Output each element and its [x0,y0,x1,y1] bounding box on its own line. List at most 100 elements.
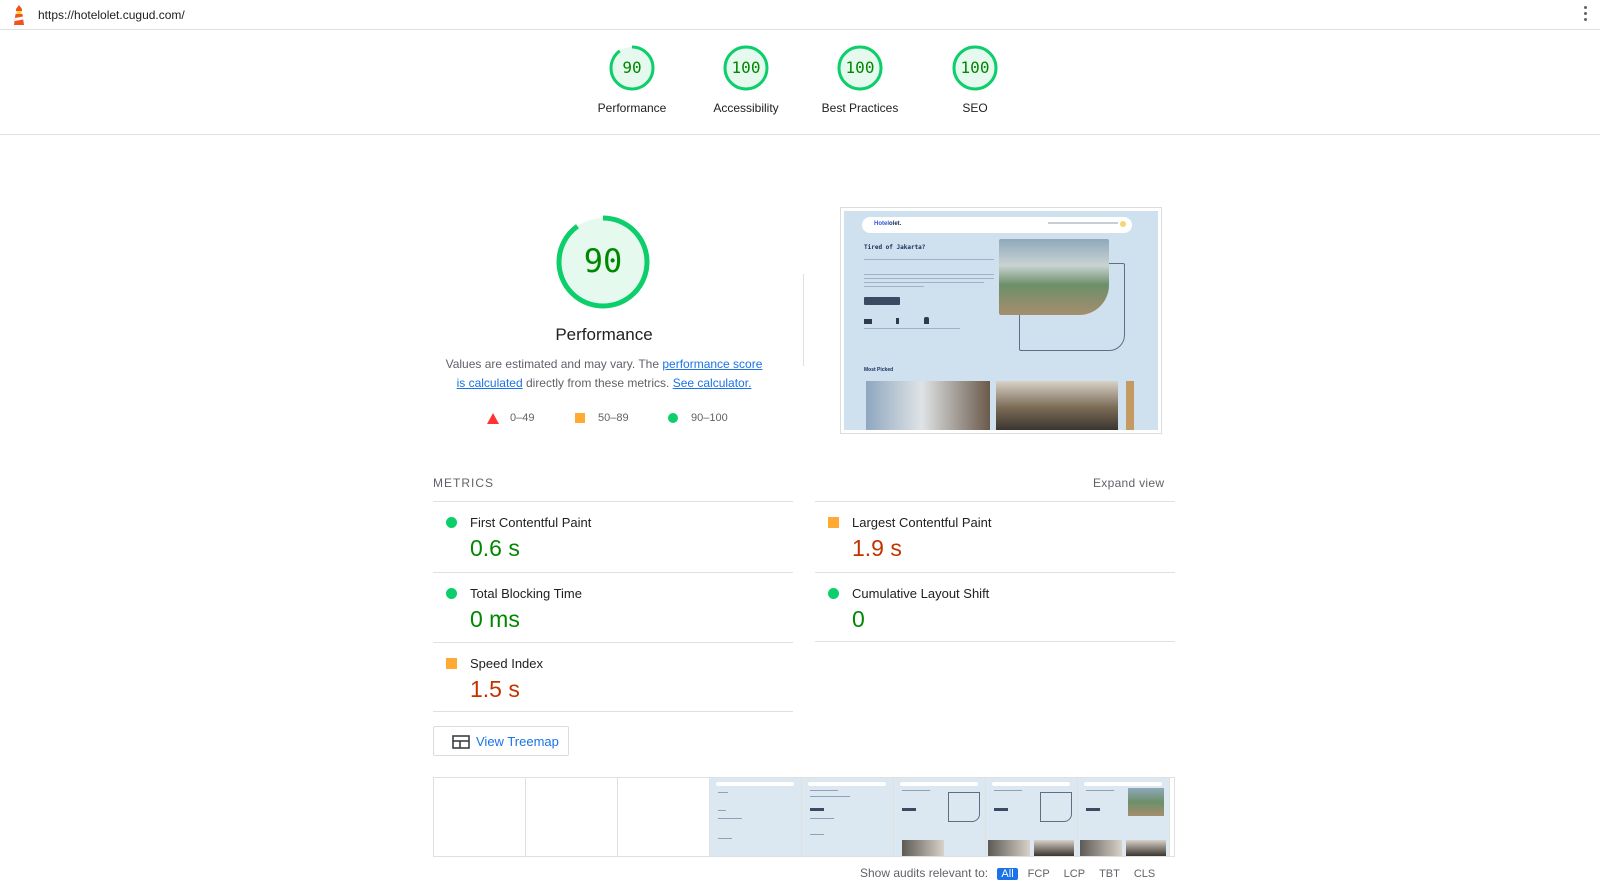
legend-pass-range: 90–100 [691,412,728,424]
filter-chip-fcp[interactable]: FCP [1024,868,1054,880]
screenshot-text-line [864,278,994,279]
average-square-icon [446,658,457,669]
gauge-best-practices[interactable]: 100 Best Practices [800,44,920,115]
screenshot-text-line [864,282,984,283]
screenshot-section-title: Most Picked [864,367,894,373]
frame-outline [948,792,980,822]
gauge-ring: 100 [951,44,999,92]
metric-name: Total Blocking Time [470,586,582,601]
gauge-score: 100 [960,58,990,77]
filter-chip-all[interactable]: All [997,868,1018,880]
pass-circle-icon [446,517,457,528]
metric-name: Largest Contentful Paint [852,515,992,530]
screenshot-room-icon [896,318,899,324]
metric-largest-contentful-paint: Largest Contentful Paint 1.9 s [815,501,1175,571]
frame-line [810,818,834,819]
filmstrip-frame [434,778,526,856]
screenshot-button [864,297,900,305]
frame-line [810,790,838,791]
metric-value: 0 ms [470,606,520,632]
screenshot-text-line [864,286,924,287]
gauge-ring: 100 [836,44,884,92]
screenshot-nav-links [1048,222,1118,224]
screenshot-text-line [864,328,960,329]
performance-description: Values are estimated and may vary. The p… [444,355,764,393]
gauge-label: Best Practices [821,101,899,115]
gauge-ring: 90 [608,44,656,92]
final-screenshot[interactable]: Hotelolet. Tired of Jakarta? Most Picked [840,207,1162,434]
frame-line [718,818,742,819]
metric-first-contentful-paint: First Contentful Paint 0.6 s [433,501,793,571]
filmstrip-frame [986,778,1078,856]
gauge-label: Performance [597,101,667,115]
frame-photo [902,840,944,856]
report-url: https://hotelolet.cugud.com/ [38,8,185,22]
metrics-bottom-divider [433,711,793,712]
gauge-performance[interactable]: 90 Performance [572,44,692,115]
screenshot-room-photo [996,381,1118,430]
fail-triangle-icon [487,413,499,424]
see-calculator-link[interactable]: See calculator. [673,376,752,390]
screenshot-heading: Tired of Jakarta? [864,244,926,251]
frame-line [902,790,930,791]
legend-average-range: 50–89 [598,412,629,424]
filter-chip-cls[interactable]: CLS [1130,868,1159,880]
metric-name: Cumulative Layout Shift [852,586,990,601]
frame-button [902,808,916,811]
metric-name: Speed Index [470,656,544,671]
frame-button [994,808,1008,811]
frame-navbar [900,782,978,786]
filmstrip-frame [618,778,710,856]
metric-speed-index: Speed Index 1.5 s [433,642,793,712]
filmstrip-frame [710,778,802,856]
frame-line [810,796,850,797]
frame-photo [1080,840,1122,856]
frame-photo [988,840,1030,856]
legend-fail-range: 0–49 [510,412,535,424]
metric-value: 0 [852,606,865,632]
filter-chip-lcp[interactable]: LCP [1060,868,1089,880]
frame-photo [1126,840,1166,856]
pass-circle-icon [668,413,678,423]
screenshot-person-icon [924,317,929,324]
metric-cumulative-layout-shift: Cumulative Layout Shift 0 [815,572,1175,642]
screenshot-room-photo [866,381,990,430]
frame-line [994,790,1022,791]
gauge-score: 90 [622,58,642,77]
expand-view-toggle[interactable]: Expand view [1093,476,1164,490]
filmstrip-frame [526,778,618,856]
brand-part: olet. [889,221,902,227]
frame-navbar [992,782,1070,786]
frame-navbar [1084,782,1162,786]
performance-gauge: 90 [555,214,651,310]
gauge-score: 100 [845,58,875,77]
filmstrip-frame [1078,778,1170,856]
filmstrip [433,777,1175,857]
description-text: Values are estimated and may vary. The [445,357,663,371]
lighthouse-icon [10,4,28,31]
frame-button [1086,808,1100,811]
divider [803,274,804,366]
filmstrip-frame [894,778,986,856]
performance-title: Performance [555,325,653,344]
metrics-header: METRICS [433,476,494,490]
score-summary: 90 Performance 100 Accessibility 100 Bes… [0,30,1600,135]
more-vert-icon[interactable] [1584,6,1587,24]
gauge-score: 100 [731,58,761,77]
gauge-label: SEO [962,101,988,115]
pass-circle-icon [446,588,457,599]
screenshot-bed-icon [864,319,872,324]
frame-line [718,810,726,811]
gauge-seo[interactable]: 100 SEO [915,44,1035,115]
view-treemap-button[interactable]: View Treemap [433,726,569,756]
gauge-ring: 100 [722,44,770,92]
frame-outline [1040,792,1072,822]
filter-chip-tbt[interactable]: TBT [1095,868,1124,880]
screenshot-hotel-photo [999,239,1109,315]
gauge-accessibility[interactable]: 100 Accessibility [686,44,806,115]
frame-line [810,834,824,835]
frame-line [718,838,732,839]
screenshot-image: Hotelolet. Tired of Jakarta? Most Picked [844,211,1158,430]
metric-value: 0.6 s [470,535,520,561]
screenshot-navbar: Hotelolet. [862,217,1132,233]
